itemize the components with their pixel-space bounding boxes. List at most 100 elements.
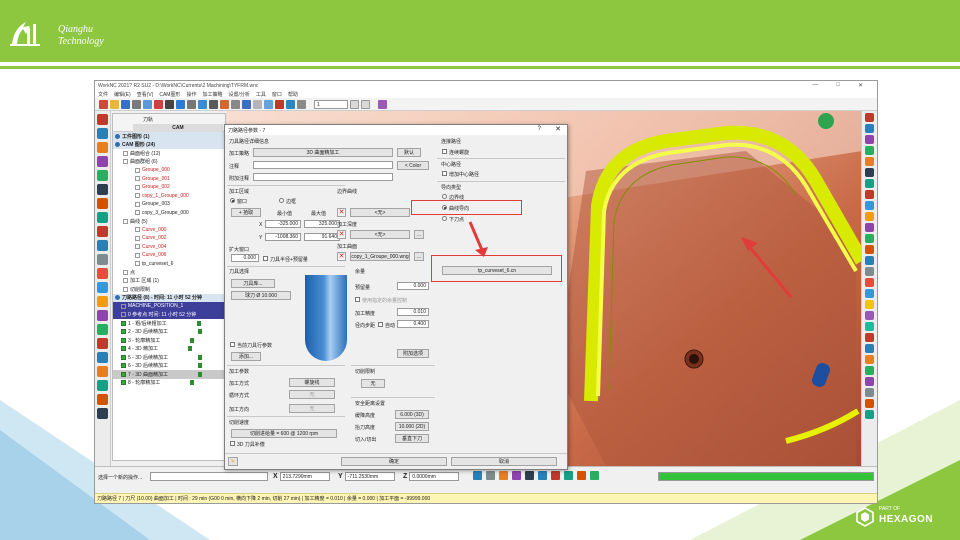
tree-item[interactable]: 5 - 3D 后续精加工 [113, 353, 225, 362]
tree-item-checkbox[interactable] [121, 303, 126, 309]
center-path-checkbox[interactable] [442, 171, 447, 176]
dialog-close-button[interactable]: ✕ [555, 125, 561, 133]
tool-icon-3[interactable] [865, 135, 874, 144]
tree-item[interactable]: 曲线 (5) [113, 217, 225, 226]
cam-icon-12[interactable] [97, 268, 108, 279]
menu-view[interactable]: 查看(V) [137, 91, 154, 98]
tree-item[interactable]: tp_curveset_6 [113, 260, 225, 269]
menu-edit[interactable]: 编辑(E) [114, 91, 131, 98]
tree-item-checkbox[interactable] [135, 252, 140, 258]
tree-item-checkbox[interactable] [135, 184, 140, 190]
tree-item-checkbox[interactable] [135, 210, 140, 216]
tree-item[interactable]: Groupe_002 [113, 183, 225, 192]
cam-icon-10[interactable] [97, 240, 108, 251]
z-coordinate-field[interactable]: 0.0000mm [409, 472, 460, 481]
cam-icon-4[interactable] [97, 156, 108, 167]
undo-icon[interactable] [143, 99, 152, 109]
cam-icon-1[interactable] [97, 114, 108, 125]
tree-item-checkbox[interactable] [121, 354, 126, 360]
tree-item[interactable]: Curve_004 [113, 243, 225, 252]
tree-item-checkbox[interactable] [123, 269, 128, 275]
tree-item[interactable]: 6 - 3D 后续精加工 [113, 362, 225, 371]
cam-icon-5[interactable] [97, 170, 108, 181]
tree-item[interactable]: Curve_000 [113, 226, 225, 235]
orient-boundary-radio[interactable] [442, 194, 447, 199]
tool-icon-25[interactable] [865, 377, 874, 386]
tool-icon-2[interactable] [865, 124, 874, 133]
cam-icon-2[interactable] [97, 128, 108, 139]
surface-select[interactable]: copy_1_Groupe_000.wng [350, 252, 410, 261]
tree-item[interactable]: 点 [113, 268, 225, 277]
default-button[interactable]: 默认 [397, 148, 421, 157]
leadin-button[interactable]: 垂直下刀 [395, 434, 429, 443]
snap-icon-8[interactable] [564, 471, 573, 480]
tree-item-checkbox[interactable] [115, 133, 120, 139]
continuous-spiral-checkbox[interactable] [442, 149, 447, 154]
grid-icon[interactable] [165, 99, 174, 109]
cam-icon-9[interactable] [97, 226, 108, 237]
menu-operation[interactable]: 操作 [186, 91, 196, 98]
tree-item[interactable]: 曲面组合 (12) [113, 149, 225, 158]
snap-icon-6[interactable] [538, 471, 547, 480]
tree-item[interactable]: 3 - 轮廓精加工 [113, 336, 225, 345]
color-button[interactable]: < Color [397, 161, 429, 170]
tree-item-checkbox[interactable] [135, 227, 140, 233]
boundary-clear-icon[interactable]: ✕ [337, 208, 346, 217]
rotate-icon[interactable] [209, 99, 218, 109]
layer-select[interactable]: 1 [314, 99, 348, 109]
surface-clear-icon[interactable]: ✕ [337, 252, 346, 261]
view-cube-icon[interactable] [818, 113, 834, 129]
cancel-button[interactable]: 取消 [451, 457, 557, 466]
tool-icon-20[interactable] [865, 322, 874, 331]
tree-item[interactable]: Groupe_001 [113, 175, 225, 184]
fit-icon[interactable] [253, 99, 262, 109]
tree-item[interactable]: 加工 区域 (1) [113, 277, 225, 286]
close-window-button[interactable]: ✕ [858, 82, 863, 89]
comment-input[interactable] [253, 161, 393, 169]
wireframe-icon[interactable] [231, 99, 240, 109]
snap-icon-3[interactable] [499, 471, 508, 480]
y-min-input[interactable]: -1008.360 [265, 233, 301, 241]
tree-item[interactable]: 切削限制 [113, 285, 225, 294]
cam-icon-15[interactable] [97, 310, 108, 321]
stock-checkbox[interactable] [355, 297, 360, 302]
plane-select[interactable]: <无> [350, 230, 410, 239]
cam-icon-11[interactable] [97, 254, 108, 265]
cam-icon-16[interactable] [97, 324, 108, 335]
tree-item-checkbox[interactable] [135, 193, 140, 199]
cam-icon-3[interactable] [97, 142, 108, 153]
minimize-button[interactable]: — [812, 82, 818, 89]
y-coordinate-field[interactable]: -711.2530mm [344, 472, 395, 481]
zone-window-radio[interactable] [230, 198, 235, 203]
step-down-button[interactable] [350, 99, 359, 109]
cam-icon-21[interactable] [97, 394, 108, 405]
snap-icon-10[interactable] [590, 471, 599, 480]
tool-icon-14[interactable] [865, 256, 874, 265]
tree-item-checkbox[interactable] [115, 142, 120, 148]
surface-more-button[interactable]: ... [414, 252, 424, 261]
advanced-options-button[interactable]: 附加选项 [397, 349, 429, 358]
menu-tools[interactable]: 工具 [256, 91, 266, 98]
cam-icon-18[interactable] [97, 352, 108, 363]
tool-icon-17[interactable] [865, 289, 874, 298]
step-up-button[interactable] [361, 99, 370, 109]
tree-item-checkbox[interactable] [135, 244, 140, 250]
open-folder-icon[interactable] [110, 99, 119, 109]
tool-icon-7[interactable] [865, 179, 874, 188]
tool-add-button[interactable]: 添加... [231, 352, 261, 361]
menu-file[interactable]: 文件 [98, 91, 108, 98]
section-icon[interactable] [286, 99, 295, 109]
tool-icon-13[interactable] [865, 245, 874, 254]
cam-icon-8[interactable] [97, 212, 108, 223]
tree-item-checkbox[interactable] [123, 278, 128, 284]
tree-item[interactable]: copy_1_Groupe_000 [113, 192, 225, 201]
tree-item[interactable]: MACHINE_POSITION_1 [113, 302, 225, 311]
tool-icon-28[interactable] [865, 410, 874, 419]
tree-item[interactable]: Groupe_003 [113, 200, 225, 209]
loop-button[interactable]: 无 [289, 390, 335, 399]
cam-icon-19[interactable] [97, 366, 108, 377]
tool-name-button[interactable]: 球刀 Ø 10.000 [231, 291, 291, 300]
tree-item[interactable]: 1 - 粗/后续粗加工 [113, 319, 225, 328]
tool-icon-8[interactable] [865, 190, 874, 199]
cam-icon-17[interactable] [97, 338, 108, 349]
